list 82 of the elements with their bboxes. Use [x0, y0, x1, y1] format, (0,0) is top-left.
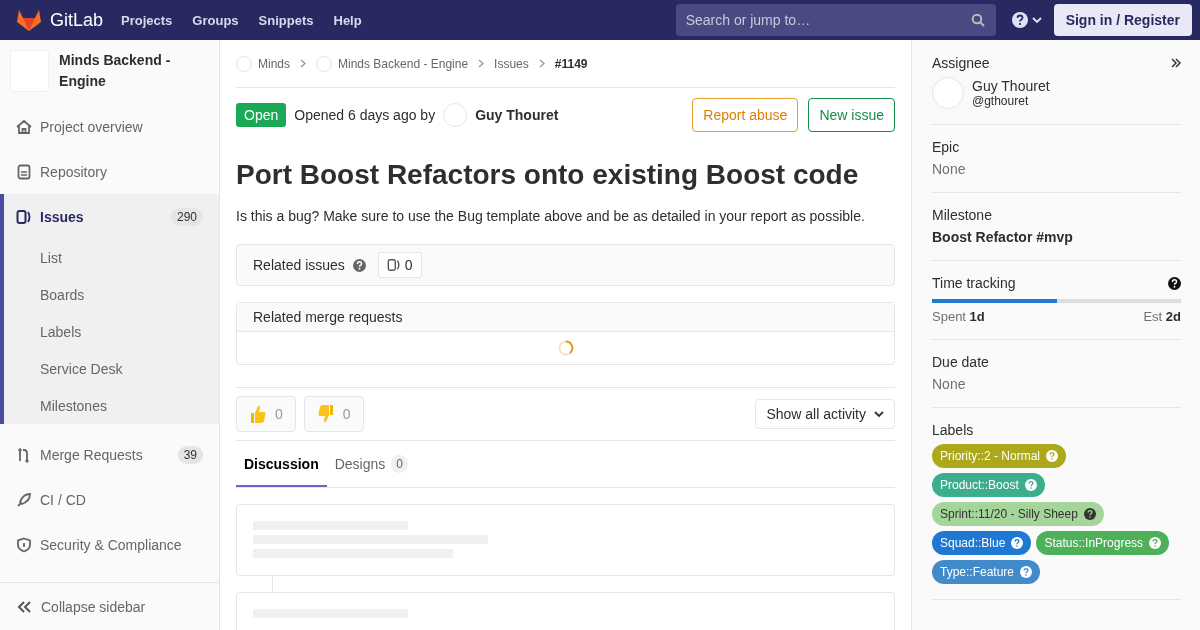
card-title: Related issues [253, 257, 345, 273]
chevron-icon [478, 59, 485, 68]
block-heading: Milestone [932, 207, 993, 223]
epic-value: None [932, 161, 967, 177]
issues-icon [16, 208, 32, 225]
help-icon[interactable] [1168, 276, 1181, 290]
assignee-name[interactable]: Guy Thouret [972, 78, 1050, 94]
project-name[interactable]: Minds Backend - Engine [59, 50, 209, 92]
breadcrumb-link[interactable]: Issues [494, 56, 529, 71]
block-heading: Labels [932, 422, 975, 438]
chevron-icon [538, 59, 545, 68]
logo-text[interactable]: GitLab [50, 9, 104, 31]
status-badge: Open [236, 103, 287, 127]
document-icon [16, 163, 32, 180]
opened-text: Opened 6 days ago by [294, 107, 436, 123]
sidebar-subitem[interactable]: List [4, 239, 219, 276]
sidebar-subitem[interactable]: Milestones [4, 387, 219, 424]
breadcrumb-link[interactable]: #1149 [554, 56, 588, 71]
double-chevron-left-icon [16, 599, 32, 614]
tab[interactable]: Designs 0 [326, 441, 416, 487]
thumbs-down-icon [316, 404, 335, 424]
search-field[interactable]: Search or jump to… [675, 4, 996, 36]
sidebar-subitem[interactable]: Boards [4, 276, 219, 313]
card-title: Related merge requests [253, 309, 403, 325]
breadcrumb-link[interactable]: Minds [258, 56, 290, 71]
loading-spinner-icon [557, 340, 574, 356]
block-heading: Epic [932, 139, 961, 155]
issue-title: Port Boost Refactors onto existing Boost code [236, 158, 860, 192]
sidebar-item[interactable]: Repository [0, 149, 219, 194]
block-heading: Assignee [932, 55, 990, 71]
help-icon [1011, 537, 1024, 549]
time-spent: Spent 1d [932, 309, 985, 324]
activity-filter-dropdown[interactable]: Show all activity [755, 399, 895, 429]
author-link[interactable]: Guy Thouret [475, 107, 559, 123]
merge-icon [16, 446, 32, 463]
issue-count-badge: 0 [377, 252, 422, 278]
count-badge: 39 [177, 445, 203, 464]
count-badge: 290 [170, 207, 203, 226]
help-icon [1149, 537, 1162, 549]
help-icon [1046, 450, 1058, 462]
issue-description: Is this a bug? Make sure to use the Bug template above and be as detailed in your report as possible. [236, 208, 866, 224]
help-icon [1083, 508, 1096, 520]
block-heading: Due date [932, 354, 990, 370]
issues-icon [386, 258, 401, 272]
help-icon [1011, 12, 1028, 28]
sidebar-item[interactable]: Project overview [0, 104, 219, 149]
sidebar-item[interactable]: Issues 290 [4, 194, 219, 239]
new-issue-button[interactable]: New issue [808, 98, 895, 132]
block-heading: Time tracking [932, 275, 1016, 291]
search-icon [970, 13, 985, 27]
tab[interactable]: Discussion [236, 441, 327, 487]
milestone-link[interactable]: Boost Refactor #mvp [932, 229, 1181, 245]
count-badge: 0 [391, 455, 408, 473]
sidebar-subitem[interactable]: Service Desk [4, 350, 219, 387]
thumbs-up-icon [249, 404, 267, 424]
caret-icon [874, 410, 884, 418]
time-estimate: Est 2d [1143, 309, 1181, 324]
nav-link[interactable]: Projects [121, 12, 173, 28]
nav-link[interactable]: Groups [192, 12, 239, 28]
sidebar-item[interactable]: CI / CD [0, 477, 219, 522]
nav-link[interactable]: Snippets [258, 12, 314, 28]
sign-in-button[interactable]: Sign in / Register [1053, 4, 1192, 36]
house-icon [16, 118, 32, 135]
shield-icon [16, 536, 32, 553]
label-tag[interactable]: Sprint::11/20 - Silly Sheep [932, 502, 1104, 526]
sidebar-item[interactable]: Merge Requests 39 [0, 432, 219, 477]
fox-logo-icon[interactable] [16, 8, 42, 32]
help-icon [1020, 566, 1033, 578]
breadcrumb-link[interactable]: Minds Backend - Engine [338, 56, 469, 71]
assignee-username: @gthouret [972, 94, 1030, 108]
label-tag[interactable]: Squad::Blue [932, 531, 1032, 555]
double-chevron-right-icon[interactable] [1171, 58, 1181, 68]
sidebar-subitem[interactable]: Labels [4, 313, 219, 350]
label-tag[interactable]: Type::Feature [932, 560, 1041, 584]
help-icon [1024, 479, 1037, 491]
due-date-value: None [932, 376, 967, 392]
report-abuse-button[interactable]: Report abuse [692, 98, 799, 132]
help-menu[interactable] [1011, 12, 1042, 28]
nav-link[interactable]: Help [333, 12, 362, 28]
chevron-icon [300, 59, 306, 68]
caret-icon [1031, 16, 1042, 24]
sidebar-item[interactable]: Security & Compliance [0, 522, 219, 567]
